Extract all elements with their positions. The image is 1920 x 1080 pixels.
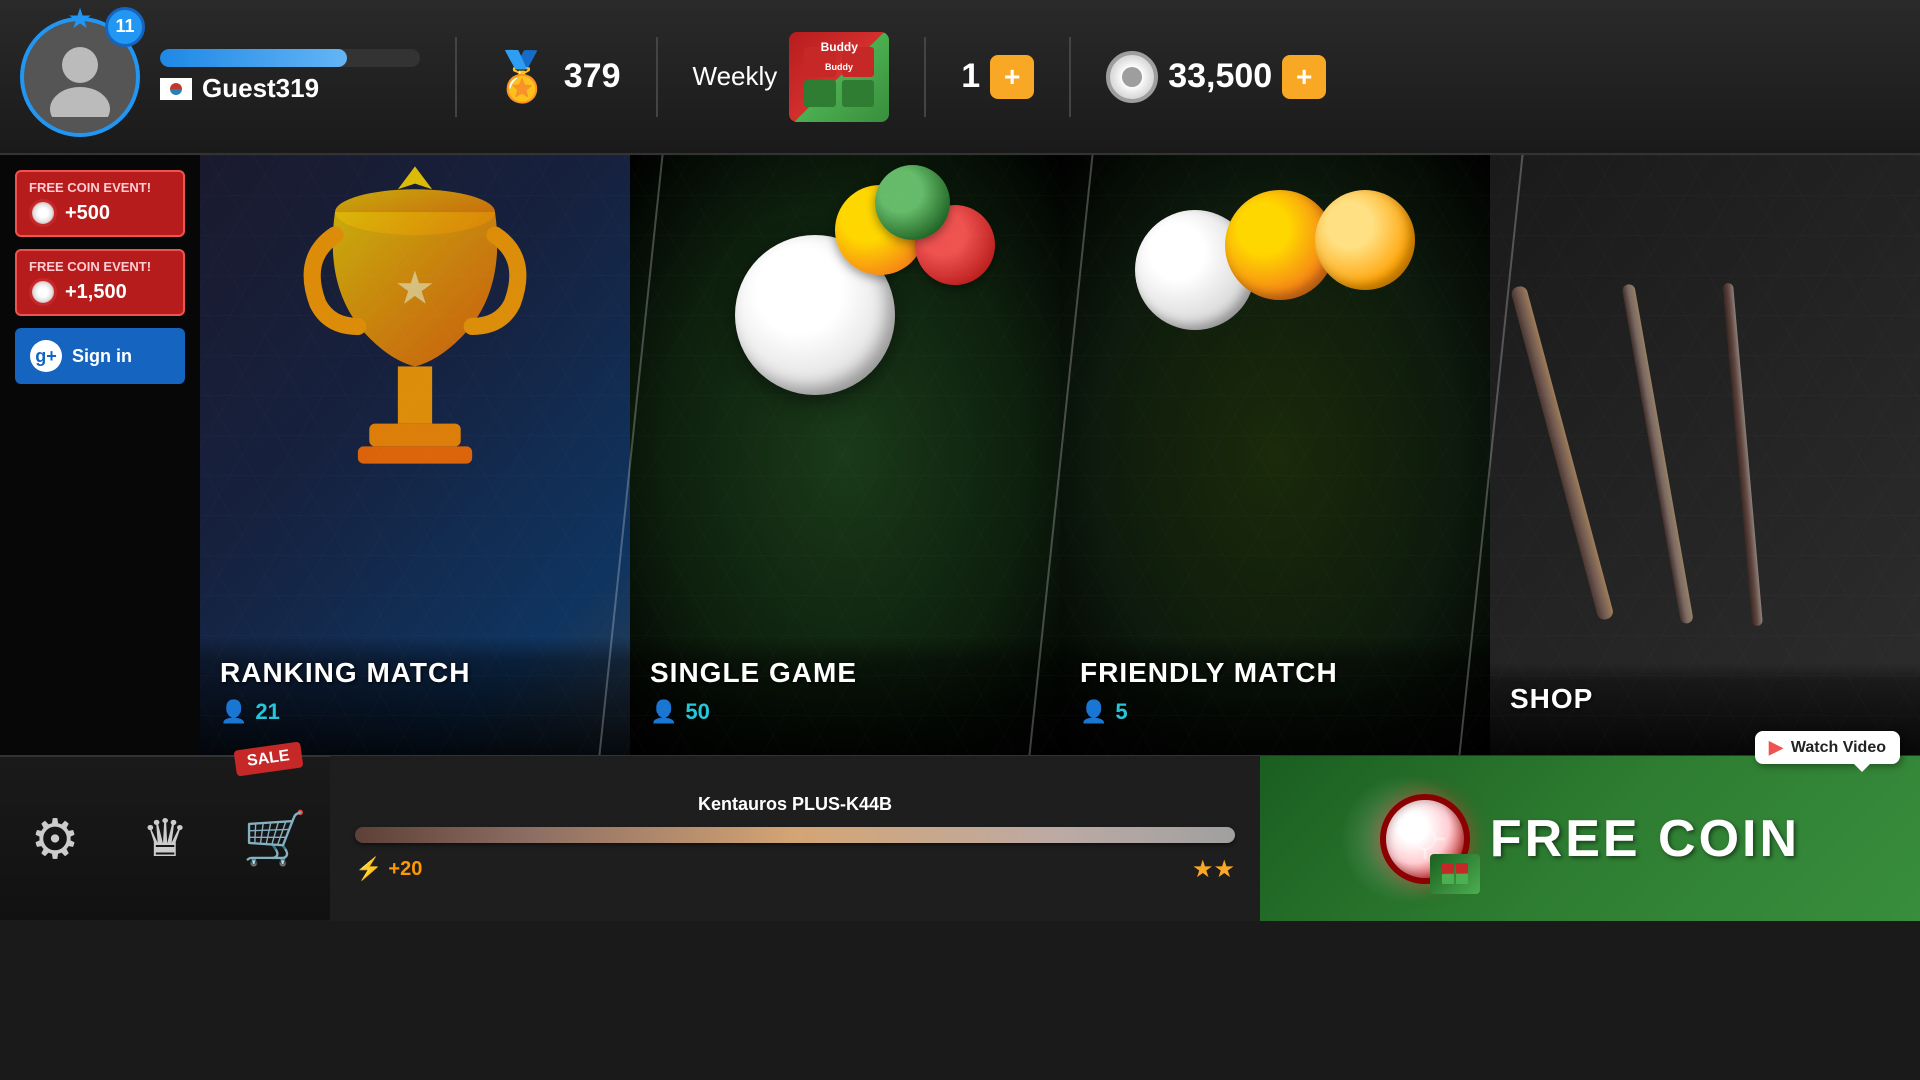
cue-stats: ⚡ +20 ★★ [355,855,1235,884]
cue-visual [355,827,1235,843]
rank-score: 379 [564,57,621,96]
single-game-panel[interactable]: SINGLE GAME 👤 50 [630,155,1060,755]
cue-item-area[interactable]: Kentauros PLUS-K44B ⚡ +20 ★★ [330,756,1260,921]
friendly-match-count: 5 [1115,699,1127,725]
friendly-player-icon: 👤 [1080,699,1107,725]
signin-label: Sign in [72,346,132,367]
friendly-match-title: FRIENDLY MATCH [1080,657,1470,689]
cue-name: Kentauros PLUS-K44B [355,794,1235,815]
vip-button[interactable]: ♛ [110,756,220,921]
play-icon: ▶ [1769,737,1783,758]
game-panels: ★ RANKING MATCH 👤 21 [200,155,1920,755]
event2-title: FREE COIN EVENT! [29,259,171,274]
ranking-match-panel[interactable]: ★ RANKING MATCH 👤 21 [200,155,630,755]
cart-icon: 🛒 [243,808,308,869]
add-coin-button[interactable]: + [1282,55,1326,99]
friendly-match-players: 👤 5 [1080,699,1470,725]
level-badge: 11 [105,7,145,47]
ranking-match-count: 21 [255,699,279,725]
divider-3 [924,37,926,117]
event1-amount: +500 [65,202,110,225]
crown-icon: ♛ [142,809,189,869]
coin-group: 33,500 + [1106,51,1326,103]
free-coin-event-2[interactable]: FREE COIN EVENT! +1,500 [15,249,185,316]
coin-stack-decoration [1430,854,1480,894]
xp-bar-container [160,49,420,67]
settings-button[interactable]: ⚙ [0,756,110,921]
svg-text:★: ★ [395,263,436,314]
single-game-players: 👤 50 [650,699,1040,725]
event2-amount: +1,500 [65,281,127,304]
shop-button[interactable]: SALE 🛒 [220,756,330,921]
weekly-box: Buddy [789,32,889,122]
main-content: FREE COIN EVENT! +500 FREE COIN EVENT! +… [0,155,1920,755]
weekly-group: Weekly Buddy [693,32,890,122]
divider-4 [1069,37,1071,117]
google-icon: g+ [30,340,62,372]
rank-score-group: 🏅 379 [492,48,621,105]
event2-chip-icon [29,278,57,306]
coin-count: 33,500 [1168,57,1272,96]
flag-korea [160,78,192,100]
shop-title: SHOP [1510,683,1900,715]
single-game-title: SINGLE GAME [650,657,1040,689]
ticket-count: 1 [961,57,980,96]
cue-power-value: +20 [388,858,422,881]
panels-wrapper: ★ RANKING MATCH 👤 21 [200,155,1920,755]
medal-icon: 🏅 [492,48,552,105]
lightning-icon: ⚡ [355,856,382,882]
shop-panel[interactable]: SHOP [1490,155,1920,755]
free-coin-chip [1380,794,1470,884]
xp-bar [160,49,347,67]
player-name: Guest319 [202,73,319,104]
add-ticket-button[interactable]: + [990,55,1034,99]
top-bar: 11 ★ Guest319 🏅 379 Weekly [0,0,1920,155]
free-coin-event-1[interactable]: FREE COIN EVENT! +500 [15,170,185,237]
chip-icon [1106,51,1158,103]
weekly-label: Weekly [693,61,778,92]
google-signin-button[interactable]: g+ Sign in [15,328,185,384]
event1-title: FREE COIN EVENT! [29,180,171,195]
level-star-icon: ★ [67,2,92,35]
ranking-match-title: RANKING MATCH [220,657,610,689]
left-sidebar: FREE COIN EVENT! +500 FREE COIN EVENT! +… [0,155,200,755]
cue-power-group: ⚡ +20 [355,856,422,882]
event2-amount-group: +1,500 [29,278,171,306]
player-info: Guest319 [160,49,420,104]
divider-2 [656,37,658,117]
event1-chip-icon [29,199,57,227]
cue-stars: ★★ [1192,855,1235,884]
free-coin-label: FREE COIN [1490,809,1800,869]
level-number: 11 [115,16,134,37]
single-player-icon: 👤 [650,699,677,725]
event1-amount-group: +500 [29,199,171,227]
friendly-match-panel[interactable]: FRIENDLY MATCH 👤 5 [1060,155,1490,755]
single-game-count: 50 [685,699,709,725]
watch-video-bubble[interactable]: ▶ Watch Video [1755,731,1900,764]
free-coin-button[interactable]: ▶ Watch Video [1260,756,1920,921]
bottom-bar: ⚙ ♛ SALE 🛒 Kentauros PLUS-K44B ⚡ +20 ★★ … [0,755,1920,920]
single-game-label-area: SINGLE GAME 👤 50 [630,637,1060,755]
ranking-match-label-area: RANKING MATCH 👤 21 [200,637,630,755]
divider-1 [455,37,457,117]
settings-icon: ⚙ [30,807,79,871]
ranking-match-players: 👤 21 [220,699,610,725]
ticket-group: 1 + [961,55,1034,99]
svg-text:Buddy: Buddy [825,62,853,72]
ranking-player-icon: 👤 [220,699,247,725]
watch-video-label: Watch Video [1791,739,1886,757]
avatar-container: 11 ★ [20,17,140,137]
friendly-match-label-area: FRIENDLY MATCH 👤 5 [1060,637,1490,755]
